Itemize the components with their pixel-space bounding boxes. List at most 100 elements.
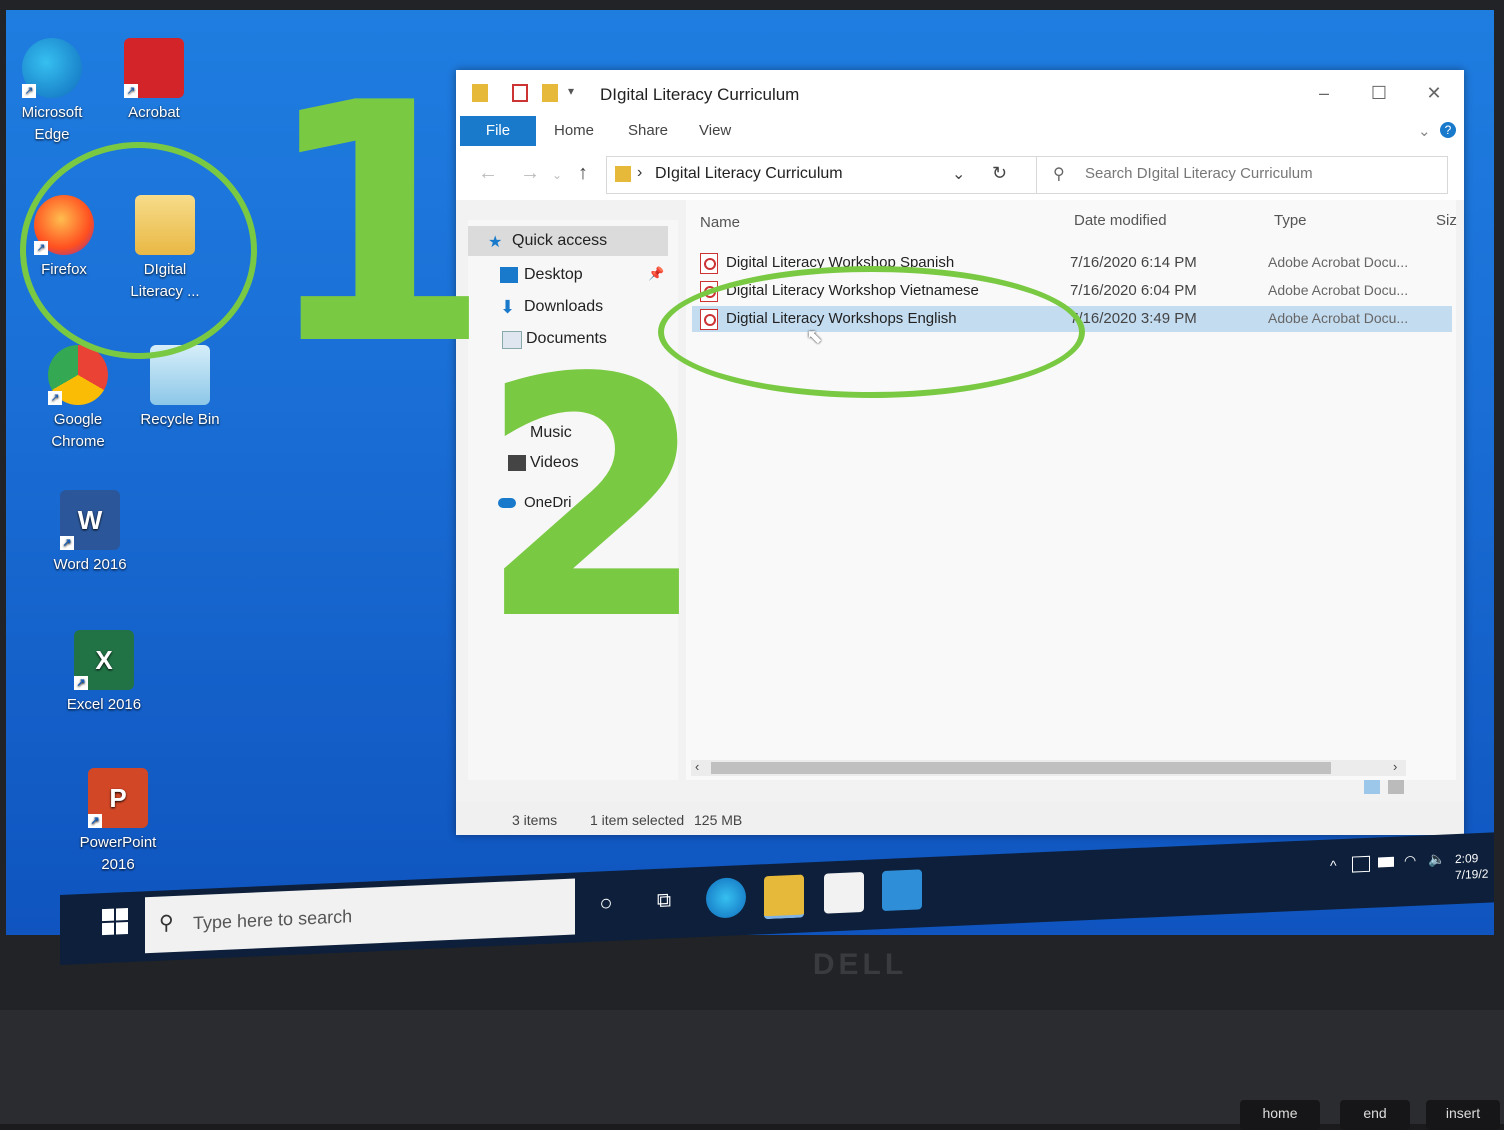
status-bar: 3 items 1 item selected 125 MB bbox=[456, 802, 1464, 835]
status-item-count: 3 items bbox=[512, 812, 558, 828]
desktop-icon-chrome[interactable]: ↗ Google Chrome bbox=[28, 345, 128, 453]
address-bar[interactable]: › DIgital Literacy Curriculum ⌄ ↻ bbox=[606, 156, 1038, 194]
up-arrow-icon[interactable]: ↑ bbox=[578, 162, 588, 185]
desktop-icon-label: PowerPoint bbox=[79, 834, 157, 851]
shortcut-arrow-icon: ↗ bbox=[22, 84, 36, 98]
desktop-icon bbox=[500, 267, 518, 283]
shortcut-arrow-icon: ↗ bbox=[48, 391, 62, 405]
desktop-icon-powerpoint[interactable]: P ↗ PowerPoint 2016 bbox=[68, 768, 168, 876]
clock-time[interactable]: 2:09 bbox=[1455, 851, 1478, 866]
home-key: home bbox=[1240, 1100, 1320, 1130]
shortcut-arrow-icon: ↗ bbox=[60, 536, 74, 550]
cortana-icon[interactable]: ○ bbox=[586, 882, 626, 924]
battery-icon[interactable] bbox=[1378, 856, 1394, 868]
title-bar[interactable]: ▾ DIgital Literacy Curriculum – ☐ ✕ bbox=[456, 70, 1464, 114]
nav-item-desktop[interactable]: Desktop 📌 bbox=[468, 262, 668, 288]
store-icon[interactable] bbox=[824, 871, 864, 914]
desktop-icon-label-line2: 2016 bbox=[101, 856, 135, 873]
edge-icon[interactable] bbox=[706, 877, 746, 919]
breadcrumb-chevron-icon: › bbox=[637, 164, 643, 181]
desktop-icon-label: Google bbox=[53, 411, 103, 428]
start-button[interactable] bbox=[100, 906, 140, 948]
nav-item-label: Quick access bbox=[512, 232, 608, 249]
taskbar-search-box[interactable]: ⚲ Type here to search bbox=[145, 878, 575, 954]
nav-item-label: Desktop bbox=[524, 266, 583, 283]
search-icon: ⚲ bbox=[1053, 166, 1065, 183]
network-icon[interactable] bbox=[1352, 855, 1370, 873]
chevron-down-icon[interactable]: ⌄ bbox=[552, 168, 562, 182]
chevron-down-icon[interactable]: ⌄ bbox=[952, 164, 965, 184]
acrobat-icon: ↗ bbox=[124, 38, 184, 98]
file-type: Adobe Acrobat Docu... bbox=[1268, 310, 1409, 326]
search-icon: ⚲ bbox=[159, 912, 174, 935]
word-icon: W ↗ bbox=[60, 490, 120, 550]
volume-icon[interactable]: 🔈 bbox=[1428, 851, 1445, 869]
shortcut-arrow-icon: ↗ bbox=[74, 676, 88, 690]
desktop-icon-label: Excel 2016 bbox=[66, 696, 142, 713]
horizontal-scrollbar[interactable]: ‹ › bbox=[691, 759, 1406, 776]
column-header-name[interactable]: Name bbox=[700, 214, 740, 231]
step-number-1: 1 bbox=[262, 33, 492, 417]
refresh-icon[interactable]: ↻ bbox=[992, 163, 1007, 184]
file-explorer-icon[interactable] bbox=[764, 874, 804, 920]
taskbar-search-input[interactable]: Type here to search bbox=[193, 906, 352, 934]
search-input[interactable]: Search DIgital Literacy Curriculum bbox=[1085, 165, 1313, 182]
column-header-size[interactable]: Siz bbox=[1436, 212, 1457, 229]
mail-icon[interactable] bbox=[882, 869, 922, 912]
scroll-left-icon[interactable]: ‹ bbox=[695, 759, 699, 774]
clock-date[interactable]: 7/19/2 bbox=[1455, 867, 1488, 882]
shortcut-arrow-icon: ↗ bbox=[88, 814, 102, 828]
tab-view[interactable]: View bbox=[699, 122, 731, 139]
chevron-down-icon[interactable]: ⌄ bbox=[1418, 122, 1431, 140]
chevron-up-icon[interactable]: ^ bbox=[1330, 857, 1337, 873]
help-icon[interactable]: ? bbox=[1440, 122, 1456, 138]
file-date: 7/16/2020 6:04 PM bbox=[1070, 282, 1197, 299]
window-title: DIgital Literacy Curriculum bbox=[600, 85, 800, 104]
minimize-button[interactable]: – bbox=[1306, 80, 1342, 106]
dell-logo: DELL bbox=[812, 948, 908, 981]
file-type: Adobe Acrobat Docu... bbox=[1268, 254, 1409, 270]
file-date: 7/16/2020 3:49 PM bbox=[1070, 310, 1197, 327]
windows-icon bbox=[102, 908, 128, 936]
close-button[interactable]: ✕ bbox=[1416, 80, 1452, 106]
highlight-ring-desktop-folder bbox=[20, 142, 257, 359]
desktop-icon-edge[interactable]: ↗ Microsoft Edge bbox=[2, 38, 102, 146]
excel-icon: X ↗ bbox=[74, 630, 134, 690]
ribbon: File Home Share View ⌄ ? bbox=[456, 114, 1464, 149]
pin-icon: 📌 bbox=[648, 266, 665, 281]
nav-item-quick-access[interactable]: ★ Quick access bbox=[468, 226, 668, 256]
desktop-icon-label: Recycle Bin bbox=[140, 411, 220, 428]
maximize-button[interactable]: ☐ bbox=[1361, 80, 1397, 106]
navigation-bar: ← → ⌄ ↑ › DIgital Literacy Curriculum ⌄ … bbox=[456, 148, 1464, 200]
desktop-icon-word[interactable]: W ↗ Word 2016 bbox=[40, 490, 140, 576]
scrollbar-thumb[interactable] bbox=[711, 762, 1331, 774]
desktop-icon-label: Word 2016 bbox=[53, 556, 127, 573]
search-box[interactable]: ⚲ Search DIgital Literacy Curriculum bbox=[1036, 156, 1448, 194]
end-key: end bbox=[1340, 1100, 1410, 1130]
forward-arrow-icon[interactable]: → bbox=[520, 162, 540, 185]
details-view-icon[interactable] bbox=[1364, 780, 1380, 794]
edge-icon: ↗ bbox=[22, 38, 82, 98]
chevron-down-icon[interactable]: ▾ bbox=[568, 84, 584, 102]
scroll-right-icon[interactable]: › bbox=[1393, 759, 1397, 774]
file-date: 7/16/2020 6:14 PM bbox=[1070, 254, 1197, 271]
insert-key: insert bbox=[1426, 1100, 1500, 1130]
task-view-icon[interactable]: ⧉ bbox=[644, 880, 684, 922]
properties-icon[interactable] bbox=[512, 84, 528, 102]
wifi-icon[interactable]: ◠ bbox=[1404, 852, 1416, 870]
folder-icon bbox=[615, 166, 631, 182]
desktop-icon-excel[interactable]: X ↗ Excel 2016 bbox=[54, 630, 154, 716]
status-selected-count: 1 item selected bbox=[590, 812, 685, 828]
powerpoint-icon: P ↗ bbox=[88, 768, 148, 828]
large-icons-view-icon[interactable] bbox=[1388, 780, 1404, 794]
column-header-type[interactable]: Type bbox=[1274, 212, 1307, 229]
shortcut-arrow-icon: ↗ bbox=[124, 84, 138, 98]
column-header-date[interactable]: Date modified bbox=[1074, 212, 1167, 229]
tab-share[interactable]: Share bbox=[628, 122, 668, 139]
new-folder-icon[interactable] bbox=[542, 84, 558, 102]
chrome-icon: ↗ bbox=[48, 345, 108, 405]
tab-home[interactable]: Home bbox=[554, 122, 594, 139]
desktop-icon-label: Acrobat bbox=[128, 104, 180, 121]
desktop-icon-acrobat[interactable]: ↗ Acrobat bbox=[104, 38, 204, 124]
step-number-2: 2 bbox=[478, 308, 708, 692]
